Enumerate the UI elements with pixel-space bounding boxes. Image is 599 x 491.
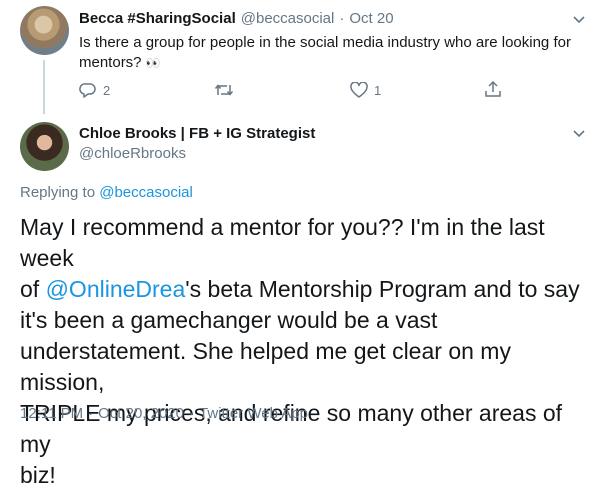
tweet1-menu-chevron-icon[interactable] [572, 14, 586, 24]
share-icon [485, 80, 501, 97]
share-button[interactable] [484, 80, 502, 98]
tweet2-body-line3: it's been a gamechanger would be a vast [20, 307, 438, 333]
like-count: 1 [374, 82, 382, 98]
retweet-icon [214, 84, 234, 96]
replying-to: Replying to @beccasocial [20, 184, 193, 201]
tweet2-body: May I recommend a mentor for you?? I'm i… [20, 212, 595, 491]
tweet1-header: Becca #SharingSocial @beccasocial · Oct … [79, 10, 394, 27]
reply-icon [79, 83, 96, 98]
reply-count: 2 [103, 82, 111, 98]
tweet2-handle[interactable]: @chloeRbrooks [79, 145, 315, 162]
tweet1-text: Is there a group for people in the socia… [79, 33, 589, 73]
tweet2-body-line2-prefix: of [20, 276, 46, 302]
tweet2-body-line4: understatement. She helped me get clear … [20, 338, 511, 395]
avatar-becca[interactable] [20, 6, 69, 55]
mention-onlinedrea-link[interactable]: @OnlineDrea [46, 276, 186, 302]
tweet2-footer: 12:11 PM · Oct 20, 2020 · Twitter Web Ap… [20, 405, 308, 422]
tweet2-date[interactable]: Oct 20, 2020 [98, 405, 184, 422]
tweet2-menu-chevron-icon[interactable] [572, 128, 586, 138]
like-button[interactable]: 1 [350, 82, 381, 98]
thread-connector [43, 60, 45, 114]
tweet2-body-line1: May I recommend a mentor for you?? I'm i… [20, 214, 545, 271]
tweet1-handle[interactable]: @beccasocial [241, 10, 335, 27]
eyes-emoji: 👀 [145, 56, 161, 70]
replying-handle-link[interactable]: @beccasocial [99, 184, 193, 201]
tweet2-author: Chloe Brooks | FB + IG Strategist @chloe… [79, 125, 315, 162]
tweet1-author-name[interactable]: Becca #SharingSocial [79, 10, 236, 27]
tweet2-dot2: · [189, 405, 194, 422]
tweet2-author-name[interactable]: Chloe Brooks | FB + IG Strategist [79, 125, 315, 142]
replying-prefix: Replying to [20, 184, 100, 201]
tweet1-text-line1: Is there a group for people in the socia… [79, 34, 571, 51]
tweet2-body-line6: biz! [20, 462, 56, 488]
tweet2-source[interactable]: Twitter Web App [199, 405, 308, 422]
heart-icon [350, 82, 368, 98]
avatar-chloe[interactable] [20, 122, 69, 171]
retweet-button[interactable] [214, 82, 234, 98]
tweet2-time[interactable]: 12:11 PM [20, 405, 83, 422]
tweet2-body-line2-suffix: 's beta Mentorship Program and to say [185, 276, 580, 302]
tweet2-dot: · [88, 405, 94, 422]
tweet1-dot: · [339, 10, 345, 27]
tweet1-text-line2: mentors? [79, 54, 142, 71]
reply-button[interactable]: 2 [79, 82, 110, 98]
tweet1-date[interactable]: Oct 20 [349, 10, 393, 27]
